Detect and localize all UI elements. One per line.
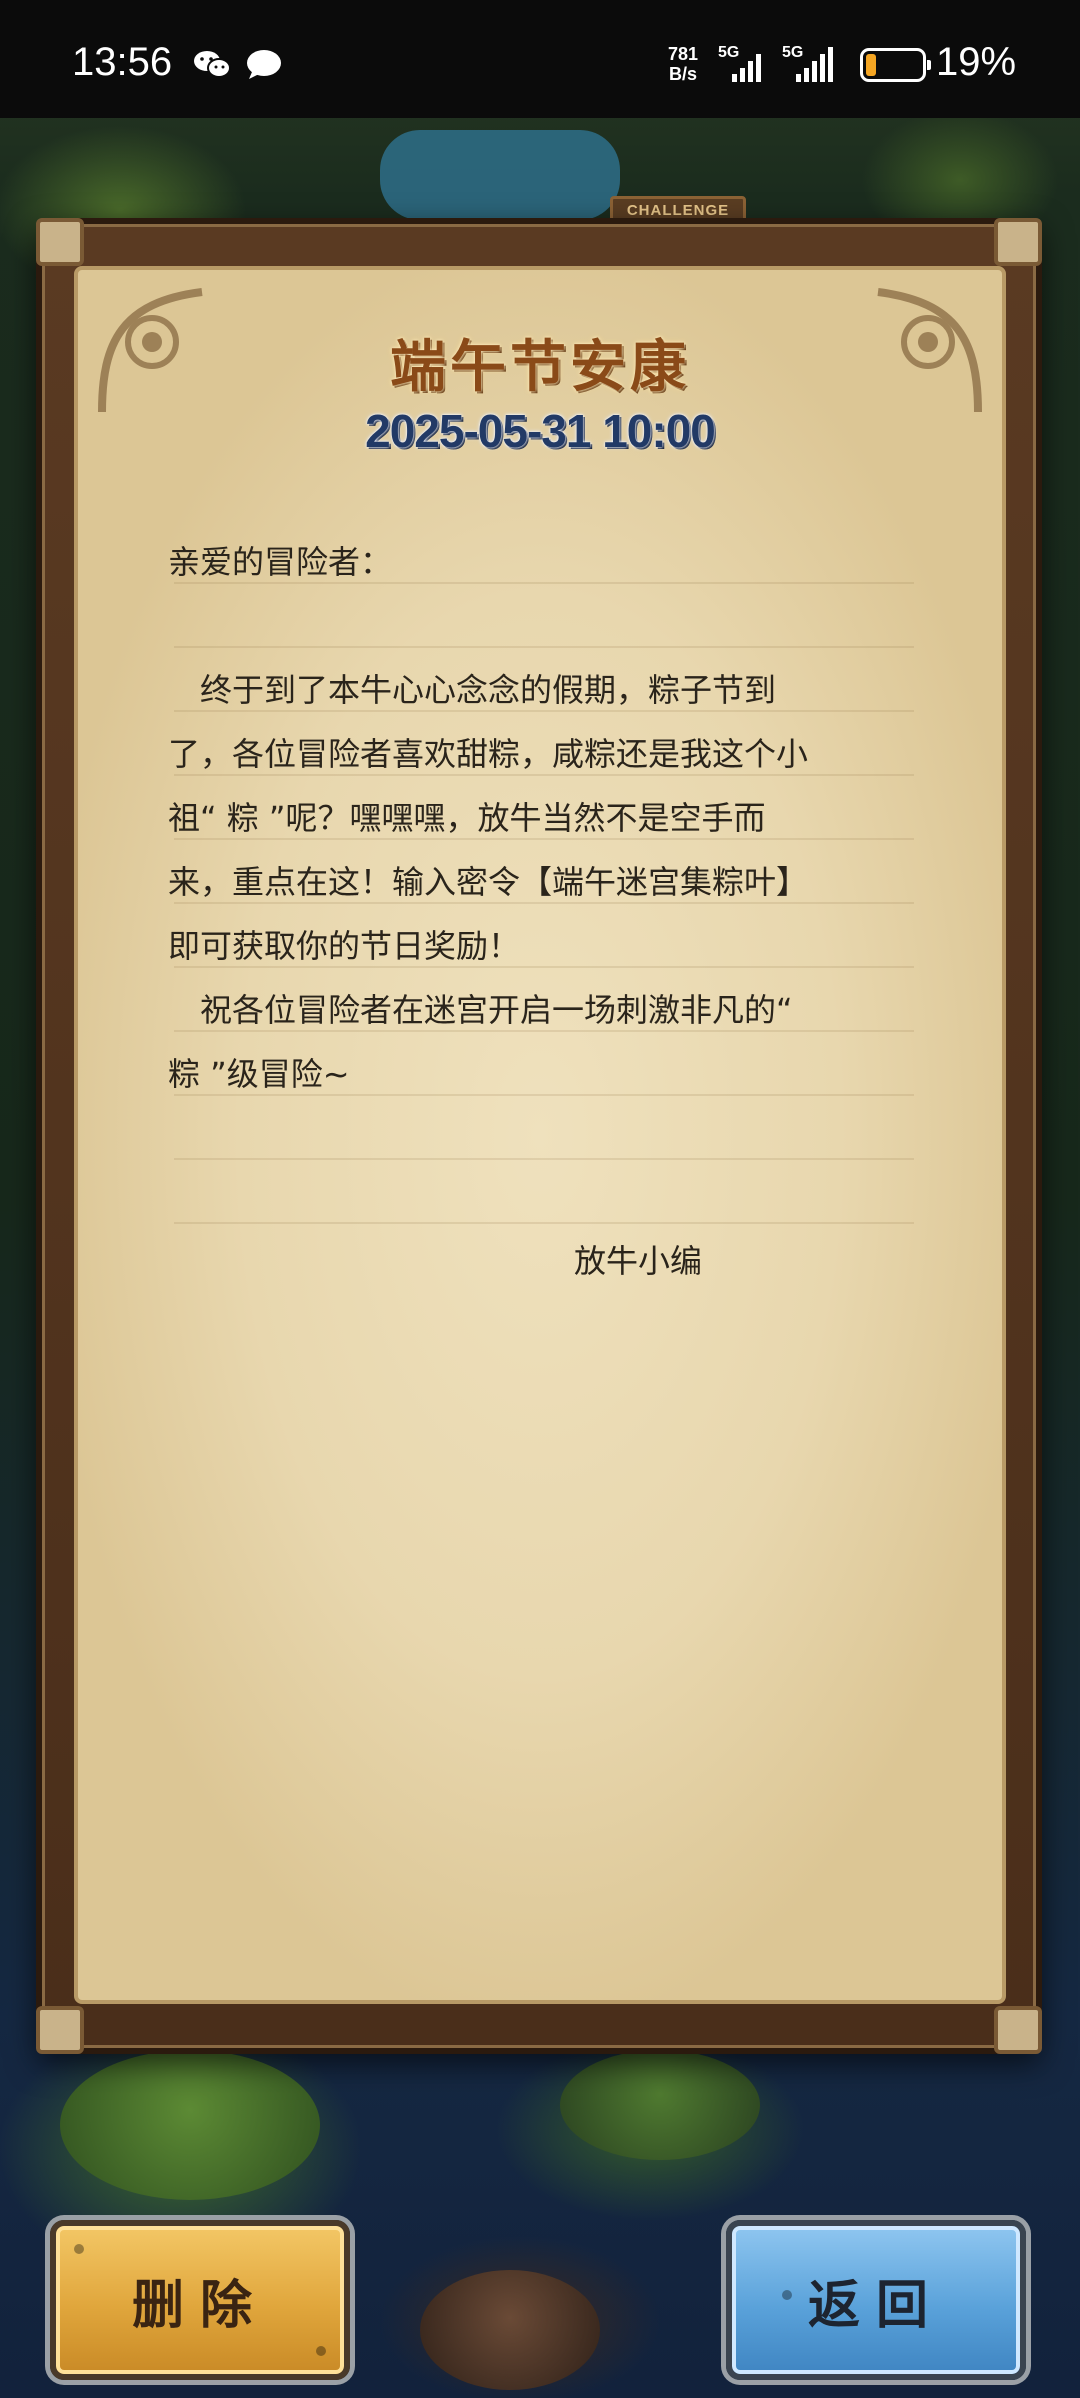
map-island-left <box>60 2050 320 2200</box>
mail-title: 端午节安康 <box>390 335 690 400</box>
cell-signal-2: 5G <box>782 44 846 84</box>
mail-signature: 放牛小编 <box>574 1242 703 1280</box>
clock: 13:56 <box>72 40 173 84</box>
chat-bubble-icon <box>247 50 281 79</box>
wechat-icon <box>194 51 231 78</box>
frame-corner-top-left <box>36 218 84 266</box>
frame-corner-top-right <box>994 218 1042 266</box>
status-bar: 13:56 781 B/s 5G 5G 19% <box>0 0 1080 118</box>
mail-paragraph: 终于到了本牛心心念念的假期，粽子节到了，各位冒险者喜欢甜粽，咸粽还是我这个小祖“… <box>168 671 809 965</box>
delete-button[interactable]: 删除 <box>50 2220 350 2380</box>
mail-date: 2025-05-31 10:00 <box>365 405 716 457</box>
signal-bars-icon <box>796 47 833 82</box>
back-button-label: 返回 <box>807 2275 944 2336</box>
battery-level <box>866 54 876 76</box>
ruled-line <box>174 1158 914 1160</box>
mail-paragraph: 祝各位冒险者在迷宫开启一场刺激非凡的“ 粽 ”级冒险~ <box>168 991 793 1093</box>
frame-corner-bottom-left <box>36 2006 84 2054</box>
ruled-line <box>174 1222 914 1224</box>
signal-bars-icon <box>732 54 761 82</box>
battery-percent: 19% <box>936 40 1017 84</box>
mail-greeting: 亲爱的冒险者： <box>168 543 393 581</box>
back-button[interactable]: 返回 <box>726 2220 1026 2380</box>
battery-icon <box>860 48 931 82</box>
network-speed: 781 B/s <box>667 44 699 84</box>
map-river <box>380 130 620 220</box>
map-island-bottom <box>420 2270 600 2390</box>
delete-button-label: 删除 <box>131 2275 268 2336</box>
letter-paper <box>74 266 1006 2004</box>
map-island-center <box>560 2050 760 2160</box>
cell-signal-1: 5G <box>718 44 782 84</box>
mail-body: 亲爱的冒险者： 终于到了本牛心心念念的假期，粽子节到了，各位冒险者喜欢甜粽，咸粽… <box>168 530 808 1106</box>
frame-corner-bottom-right <box>994 2006 1042 2054</box>
